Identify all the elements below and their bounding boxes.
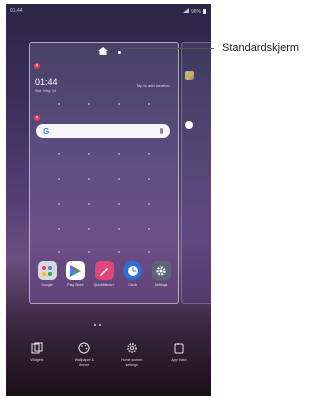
signal-icon — [182, 8, 189, 15]
widgets-icon — [31, 342, 43, 354]
app-label: Settings — [154, 283, 168, 287]
quickmemo-icon — [94, 261, 114, 280]
settings-icon — [151, 261, 171, 280]
play-store-icon — [66, 261, 85, 280]
status-bar: 01:44 96% — [6, 4, 211, 20]
option-label: Home screen settings — [120, 358, 143, 367]
app-trash-button[interactable]: App trash — [160, 342, 198, 368]
trash-icon — [174, 343, 184, 354]
palette-icon — [78, 342, 90, 354]
gear-icon — [126, 343, 137, 353]
app-label: QuickMemo+ — [93, 283, 115, 287]
home-edit-options: Widgets Wallpaper & theme Home screen se… — [18, 342, 198, 368]
peek-app-icon — [185, 71, 194, 80]
app-settings[interactable]: Settings — [148, 261, 174, 287]
status-time: 01:44 — [10, 8, 23, 14]
clock-icon — [123, 261, 142, 280]
option-label: Widgets — [30, 358, 44, 362]
app-label: Clock — [128, 283, 137, 287]
app-quickmemo[interactable]: QuickMemo+ — [91, 261, 117, 287]
app-google[interactable]: Google — [34, 261, 60, 287]
callout-line — [120, 48, 214, 49]
home-screen-settings-button[interactable]: Home screen settings — [113, 342, 151, 368]
app-label: Play Store — [67, 283, 84, 287]
page-indicator — [94, 324, 101, 326]
home-screen-page-preview[interactable]: × 01:44 Sat, May 14 Tap to add weather ×… — [29, 42, 179, 304]
battery-text: 96% — [190, 8, 201, 15]
wallpaper-theme-button[interactable]: Wallpaper & theme — [65, 342, 103, 368]
callout-label: Standardskjerm — [222, 42, 300, 54]
app-dock: Google Play Store QuickMemo+ Clock Setti… — [34, 261, 174, 287]
google-folder-icon — [37, 261, 57, 280]
status-right: 96% — [182, 8, 206, 15]
battery-icon — [203, 9, 206, 14]
peek-app-icon — [185, 121, 193, 129]
next-page-preview[interactable] — [181, 42, 211, 304]
option-label: App trash — [171, 358, 187, 362]
option-label: Wallpaper & theme — [74, 358, 95, 367]
app-clock[interactable]: Clock — [120, 261, 146, 287]
widgets-button[interactable]: Widgets — [18, 342, 56, 368]
app-play-store[interactable]: Play Store — [63, 261, 89, 287]
phone-screen: 01:44 96% × 01:44 Sat, May 14 Tap to add… — [6, 4, 211, 396]
app-label: Google — [41, 283, 53, 287]
